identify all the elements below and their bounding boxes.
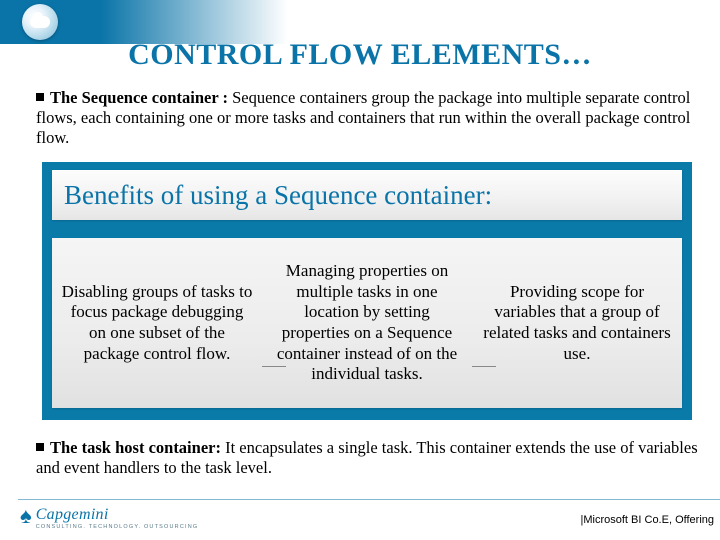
bullet-task-host-container: The task host container: It encapsulates… <box>36 438 706 478</box>
footer-divider <box>18 499 720 500</box>
slide-title: CONTROL FLOW ELEMENTS… <box>0 38 720 72</box>
benefits-heading-box: Benefits of using a Sequence container: <box>52 170 682 220</box>
footer-right-text: |Microsoft BI Co.E, Offering <box>581 514 714 526</box>
spade-icon: ♠ <box>20 505 32 527</box>
brand-name: Capgemini <box>36 507 199 523</box>
bullet-sequence-container: The Sequence container : Sequence contai… <box>36 88 700 148</box>
cloud-logo-icon <box>22 4 58 40</box>
benefit-column-2: Managing properties on multiple tasks in… <box>262 238 472 408</box>
bullet-square-icon <box>36 93 44 101</box>
benefits-columns: Disabling groups of tasks to focus packa… <box>52 238 682 408</box>
bullet-square-icon <box>36 443 44 451</box>
benefits-heading: Benefits of using a Sequence container: <box>64 180 492 211</box>
benefit-column-3: Providing scope for variables that a gro… <box>472 238 682 408</box>
brand-tagline: CONSULTING. TECHNOLOGY. OUTSOURCING <box>36 525 199 531</box>
benefit-column-1: Disabling groups of tasks to focus packa… <box>52 238 262 408</box>
benefits-panel: Benefits of using a Sequence container: … <box>42 162 692 420</box>
footer-brand: ♠ Capgemini CONSULTING. TECHNOLOGY. OUTS… <box>20 507 198 531</box>
